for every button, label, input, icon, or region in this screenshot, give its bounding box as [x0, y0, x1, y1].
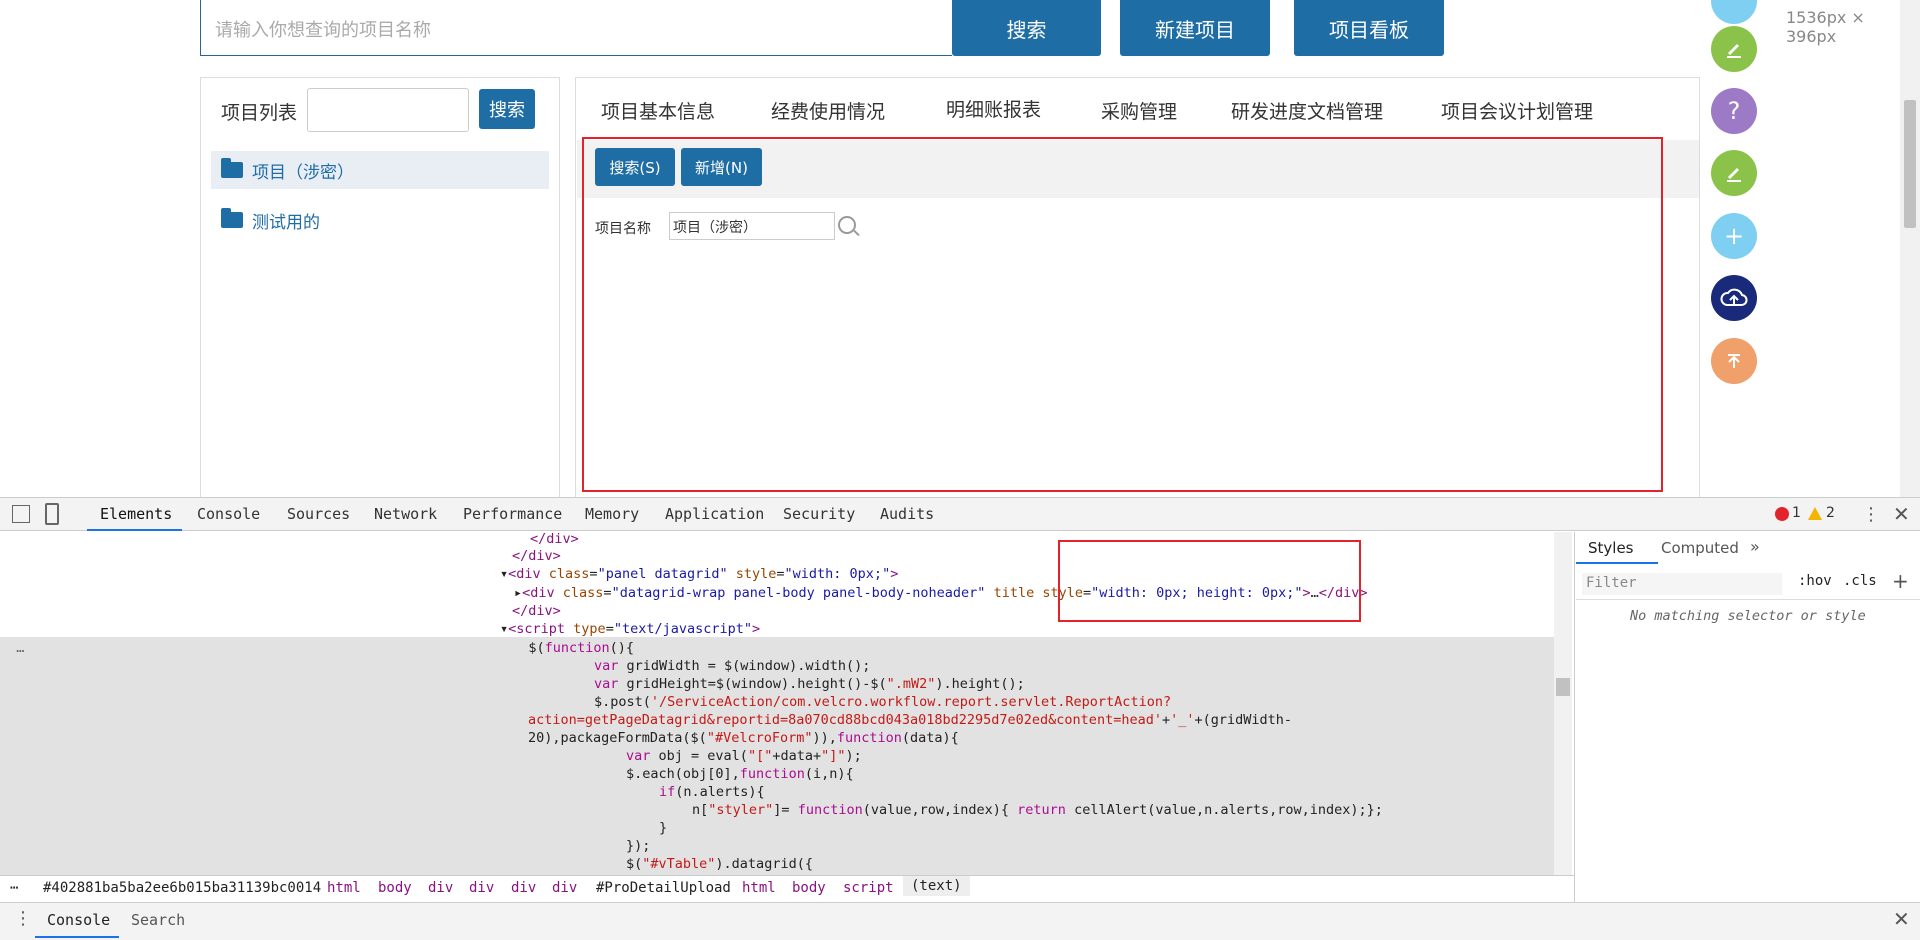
search-button[interactable]: 搜索 [952, 0, 1101, 56]
breadcrumb-item[interactable]: div [552, 880, 577, 896]
cls-toggle[interactable]: .cls [1843, 573, 1877, 589]
float-button-top[interactable] [1711, 0, 1757, 24]
breadcrumb-item[interactable]: div [469, 880, 494, 896]
page-scrollbar-thumb[interactable] [1904, 100, 1916, 228]
more-options-icon[interactable]: ⋮ [1862, 504, 1880, 525]
project-list-search-button[interactable]: 搜索 [479, 89, 535, 129]
more-tabs-icon[interactable]: » [1750, 537, 1760, 556]
project-list-search-input[interactable] [307, 88, 469, 132]
tab-procurement[interactable]: 采购管理 [1101, 97, 1177, 124]
error-count[interactable]: 1 [1792, 505, 1801, 521]
tree-item-label: 测试用的 [252, 212, 320, 233]
no-matching-style-text: No matching selector or style [1630, 608, 1866, 624]
tab-meeting-plans[interactable]: 项目会议计划管理 [1441, 97, 1593, 124]
drawer-menu-icon[interactable]: ⋮ [14, 908, 32, 929]
tab-basic-info[interactable]: 项目基本信息 [601, 97, 715, 124]
styles-tab-indicator [1576, 562, 1658, 564]
close-drawer-icon[interactable]: ✕ [1893, 907, 1910, 931]
drawer-tab-search[interactable]: Search [131, 911, 185, 929]
highlight-frame [582, 137, 1663, 492]
warning-icon[interactable] [1808, 507, 1822, 520]
devtools-tab-console[interactable]: Console [197, 505, 260, 523]
breadcrumb-item[interactable]: div [511, 880, 536, 896]
folder-icon [221, 158, 243, 178]
breadcrumb-item[interactable]: html [327, 880, 361, 896]
styles-filter-input[interactable]: Filter [1582, 573, 1782, 595]
devtools-tab-elements[interactable]: Elements [100, 505, 172, 523]
devtools-tab-security[interactable]: Security [783, 505, 855, 523]
edit-icon[interactable] [1711, 26, 1757, 72]
new-project-button[interactable]: 新建项目 [1120, 0, 1270, 56]
project-search-input[interactable]: 请输入你想查询的项目名称 [200, 0, 952, 56]
device-toolbar-icon[interactable] [45, 503, 59, 525]
add-icon[interactable]: + [1711, 213, 1757, 259]
help-icon[interactable]: ? [1711, 88, 1757, 134]
console-drawer [0, 902, 1920, 940]
drawer-tab-console[interactable]: Console [47, 911, 110, 929]
tree-item-label: 项目（涉密） [252, 162, 354, 183]
project-list-panel [200, 77, 560, 497]
code-highlight-frame [1058, 540, 1361, 622]
error-icon[interactable] [1775, 507, 1789, 521]
breadcrumb-item[interactable]: script [843, 880, 894, 896]
tree-item-project-secret[interactable]: 项目（涉密） [211, 151, 549, 189]
add-style-rule-icon[interactable]: + [1892, 569, 1909, 593]
styles-tab[interactable]: Styles [1588, 539, 1634, 557]
breadcrumb-item[interactable]: #402881ba5ba2ee6b015ba31139bc0014 [43, 880, 321, 896]
folder-icon [221, 208, 243, 228]
breadcrumb-more-icon[interactable]: ⋯ [10, 880, 18, 896]
devtools-tab-sources[interactable]: Sources [287, 505, 350, 523]
project-board-button[interactable]: 项目看板 [1294, 0, 1444, 56]
devtools-tab-performance[interactable]: Performance [463, 505, 562, 523]
tab-funding-usage[interactable]: 经费使用情况 [771, 97, 885, 124]
warning-count[interactable]: 2 [1826, 505, 1835, 521]
project-list-title: 项目列表 [221, 102, 298, 124]
drawer-tab-indicator [35, 936, 119, 938]
elements-scrollbar-thumb[interactable] [1556, 678, 1570, 696]
breadcrumb-item[interactable]: #ProDetailUpload [596, 880, 731, 896]
breadcrumb-item-selected[interactable]: (text) [903, 876, 970, 896]
hov-toggle[interactable]: :hov [1798, 573, 1832, 589]
devtools-tab-application[interactable]: Application [665, 505, 764, 523]
cloud-upload-icon[interactable] [1711, 275, 1757, 321]
tab-ledger-report[interactable]: 明细账报表 [946, 95, 1041, 122]
page-scrollbar[interactable] [1900, 0, 1920, 497]
breadcrumb-item[interactable]: html [742, 880, 776, 896]
inspect-element-icon[interactable] [12, 505, 30, 523]
devtools-tab-audits[interactable]: Audits [880, 505, 934, 523]
back-to-top-icon[interactable] [1711, 338, 1757, 384]
breadcrumb-item[interactable]: body [378, 880, 412, 896]
devtools-tab-memory[interactable]: Memory [585, 505, 639, 523]
elements-scrollbar[interactable] [1554, 532, 1572, 875]
tab-rd-documents[interactable]: 研发进度文档管理 [1231, 97, 1383, 124]
breadcrumb-item[interactable]: div [428, 880, 453, 896]
breadcrumb-item[interactable]: body [792, 880, 826, 896]
computed-tab[interactable]: Computed [1661, 539, 1739, 557]
devtools-tab-network[interactable]: Network [374, 505, 437, 523]
close-devtools-icon[interactable]: ✕ [1893, 502, 1910, 526]
tree-item-test[interactable]: 测试用的 [211, 201, 549, 239]
edit-icon-2[interactable] [1711, 150, 1757, 196]
